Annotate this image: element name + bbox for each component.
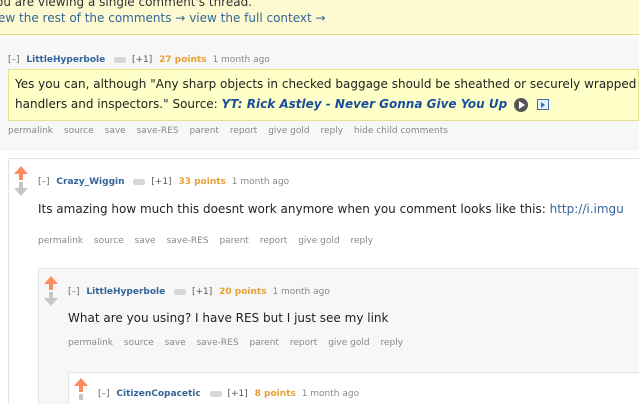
single-thread-notice: ou are viewing a single comment's thread… [0,0,639,35]
notice-text: ou are viewing a single comment's thread… [0,0,253,9]
upvote-stem [19,174,23,180]
comment-text-line2: handlers and inspectors." Source: [15,97,222,111]
comment-time: 1 month ago [272,287,330,297]
save-button[interactable]: save [135,236,156,246]
save-button[interactable]: save [105,126,126,136]
source-button[interactable]: source [64,126,94,136]
user-tag-icon[interactable] [133,178,146,185]
source-link[interactable]: YT: Rick Astley - Never Gonna Give You U… [222,97,508,111]
comment-author[interactable]: LittleHyperbole [26,55,105,65]
full-context-link[interactable]: view the full context → [189,11,325,25]
comment-citizencopacetic [68,372,639,404]
comment-points: 33 points [178,177,226,187]
comment-points: 20 points [219,287,267,297]
comment-author[interactable]: LittleHyperbole [86,287,165,297]
vote-weight[interactable]: [+1] [151,177,171,187]
comment-time: 1 month ago [301,389,360,399]
upvote-arrow-icon[interactable] [74,378,88,386]
comment-buttons: permalink source save save-RES parent re… [68,338,411,348]
reply-button[interactable]: reply [350,236,373,246]
user-tag-icon[interactable] [114,56,127,63]
comment-tagline: [–] LittleHyperbole [+1] 20 points 1 mon… [68,287,330,297]
collapse-toggle[interactable]: [–] [68,287,80,297]
comment-tagline: [–] Crazy_Wiggin [+1] 33 points 1 month … [38,177,289,187]
comment-body-highlighted: Yes you can, although "Any sharp objects… [8,69,639,121]
comment-author[interactable]: CitizenCopacetic [116,389,200,399]
report-button[interactable]: report [290,338,318,348]
permalink-button[interactable]: permalink [68,338,113,348]
report-button[interactable]: report [260,236,288,246]
downvote-stem [79,394,83,400]
comment-buttons: permalink source save save-RES parent re… [8,126,456,136]
save-res-button[interactable]: save-RES [137,126,179,136]
user-tag-icon[interactable] [174,288,187,295]
comment-text: Its amazing how much this doesnt work an… [38,202,550,216]
hide-child-comments-button[interactable]: hide child comments [354,126,448,136]
collapse-toggle[interactable]: [–] [8,55,20,65]
upvote-arrow-icon[interactable] [14,166,28,174]
give-gold-button[interactable]: give gold [328,338,369,348]
permalink-button[interactable]: permalink [38,236,83,246]
vote-weight[interactable]: [+1] [132,55,152,65]
collapse-toggle[interactable]: [–] [38,177,50,187]
permalink-button[interactable]: permalink [8,126,53,136]
user-tag-icon[interactable] [209,390,222,397]
comment-time: 1 month ago [231,177,290,187]
vote-weight[interactable]: [+1] [192,287,212,297]
collapse-toggle[interactable]: [–] [98,389,110,399]
source-button[interactable]: source [124,338,154,348]
upvote-stem [49,284,53,290]
comment-tagline: [–] LittleHyperbole [+1] 27 points 1 mon… [8,55,270,65]
reply-button[interactable]: reply [320,126,343,136]
comment-tagline: [–] CitizenCopacetic [+1] 8 points 1 mon… [98,389,359,399]
save-res-button[interactable]: save-RES [197,338,239,348]
parent-button[interactable]: parent [189,126,219,136]
upvote-stem [79,386,83,392]
imgur-link[interactable]: http://i.imgu [550,202,624,216]
comment-text: What are you using? I have RES but I jus… [68,311,389,325]
vote-weight[interactable]: [+1] [227,389,247,399]
play-icon[interactable] [514,97,528,112]
expando-icon[interactable] [536,99,549,110]
comment-body: What are you using? I have RES but I jus… [68,311,388,325]
parent-button[interactable]: parent [249,338,279,348]
comment-buttons: permalink source save save-RES parent re… [38,236,381,246]
save-res-button[interactable]: save-RES [167,236,209,246]
comment-text-line1: Yes you can, although "Any sharp objects… [15,77,637,91]
upvote-arrow-icon[interactable] [44,276,58,284]
source-button[interactable]: source [94,236,124,246]
comment-points: 27 points [159,55,207,65]
downvote-arrow-icon[interactable] [44,298,58,306]
give-gold-button[interactable]: give gold [268,126,309,136]
comment-author[interactable]: Crazy_Wiggin [56,177,124,187]
give-gold-button[interactable]: give gold [298,236,339,246]
view-rest-link[interactable]: ew the rest of the comments → [0,11,185,25]
downvote-arrow-icon[interactable] [14,188,28,196]
report-button[interactable]: report [230,126,258,136]
parent-button[interactable]: parent [219,236,249,246]
comment-time: 1 month ago [212,55,270,65]
comment-points: 8 points [254,389,296,399]
comment-body: Its amazing how much this doesnt work an… [38,202,624,216]
reply-button[interactable]: reply [380,338,403,348]
save-button[interactable]: save [165,338,186,348]
